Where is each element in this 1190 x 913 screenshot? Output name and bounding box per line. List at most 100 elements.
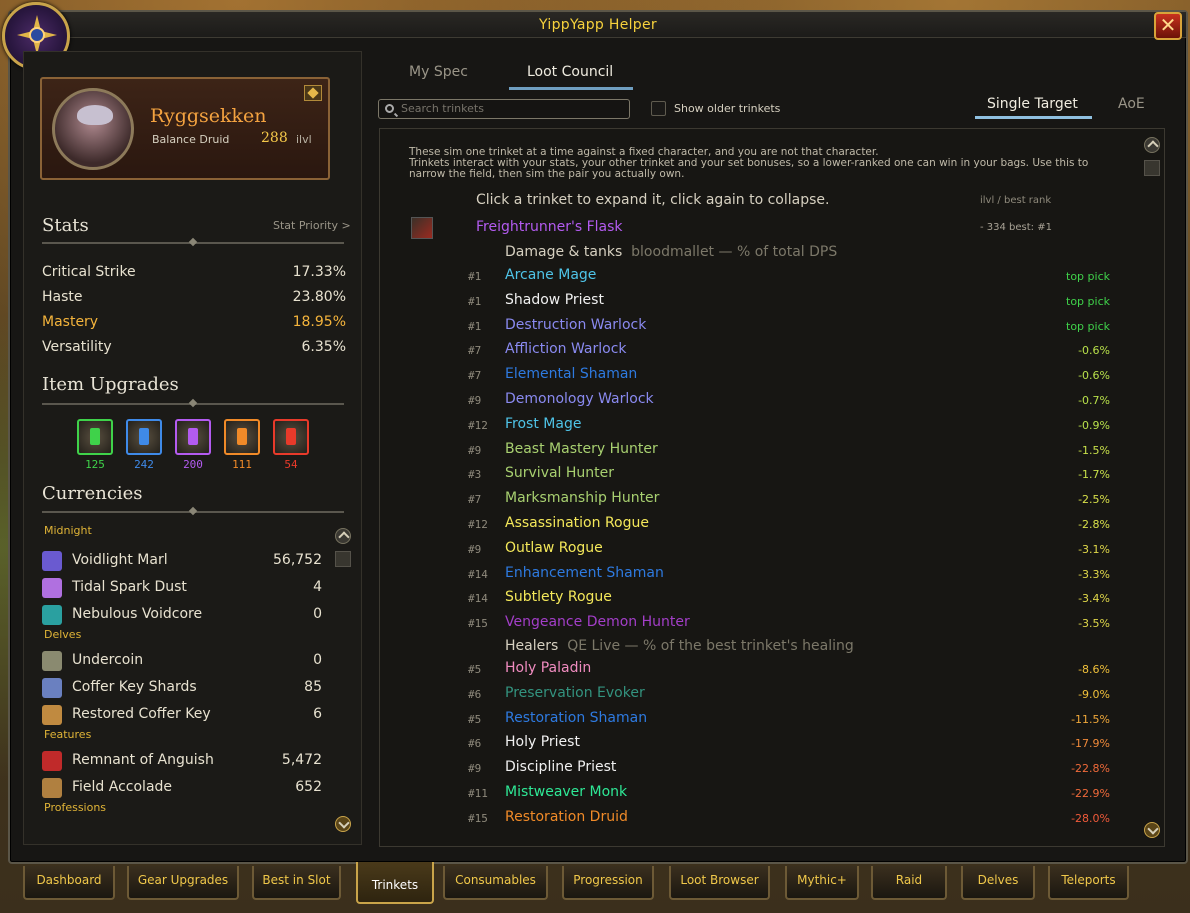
- bottom-tab-progression[interactable]: Progression: [562, 866, 654, 900]
- mode-tab-single-target[interactable]: Single Target: [987, 96, 1078, 112]
- delta-value: top pick: [1066, 270, 1110, 283]
- currency-scroll-up-button[interactable]: [335, 528, 351, 544]
- spec-name: Survival Hunter: [505, 465, 615, 482]
- spec-rank-row[interactable]: #5 Holy Paladin -8.6%: [468, 660, 1128, 680]
- rank-label: #5: [468, 663, 482, 676]
- spec-rank-row[interactable]: #5 Restoration Shaman -11.5%: [468, 710, 1128, 730]
- spec-rank-row[interactable]: #12 Assassination Rogue -2.8%: [468, 515, 1128, 535]
- spec-rank-row[interactable]: #9 Beast Mastery Hunter -1.5%: [468, 441, 1128, 461]
- trinket-name[interactable]: Freightrunner's Flask: [476, 219, 623, 235]
- spec-rank-row[interactable]: #3 Survival Hunter -1.7%: [468, 465, 1128, 485]
- group-subtitle: bloodmallet — % of total DPS: [631, 244, 838, 260]
- spec-name: Elemental Shaman: [505, 366, 638, 383]
- delta-value: -1.5%: [1078, 443, 1110, 457]
- spec-rank-row[interactable]: #1 Arcane Mage top pick: [468, 267, 1128, 287]
- bottom-tab-gear-upgrades[interactable]: Gear Upgrades: [127, 866, 239, 900]
- upgrade-crest-blue-icon[interactable]: [126, 419, 162, 455]
- rank-label: #1: [468, 294, 482, 308]
- rank-label: #15: [468, 617, 488, 631]
- delta-value: -22.9%: [1071, 787, 1110, 800]
- spec-rank-row[interactable]: #14 Subtlety Rogue -3.4%: [468, 589, 1128, 609]
- upgrade-crest-red-icon[interactable]: [273, 419, 309, 455]
- coffer-key-shards-icon: [42, 678, 62, 698]
- currency-scroll-down-button[interactable]: [335, 816, 351, 832]
- upgrade-crest-orange-icon[interactable]: [224, 419, 260, 455]
- results-scroll-thumb[interactable]: [1144, 160, 1160, 176]
- spec-name: Shadow Priest: [505, 291, 604, 308]
- bottom-tab-dashboard[interactable]: Dashboard: [23, 866, 115, 900]
- spec-rank-row[interactable]: #9 Outlaw Rogue -3.1%: [468, 540, 1128, 560]
- flask-trinket-icon[interactable]: [411, 217, 433, 239]
- delta-value: -3.1%: [1078, 542, 1110, 556]
- bottom-tab-loot-browser[interactable]: Loot Browser: [669, 866, 770, 900]
- spec-name: Subtlety Rogue: [505, 589, 612, 606]
- upgrade-crest-green-icon[interactable]: [77, 419, 113, 455]
- bottom-tab-consumables[interactable]: Consumables: [443, 866, 548, 900]
- rank-label: #14: [468, 592, 488, 606]
- character-ilvl: 288: [261, 130, 288, 146]
- currency-value: 85: [304, 679, 322, 695]
- spec-rank-row[interactable]: #1 Shadow Priest top pick: [468, 292, 1128, 312]
- bottom-tab-trinkets[interactable]: Trinkets: [356, 862, 434, 904]
- spec-rank-row[interactable]: #15 Vengeance Demon Hunter -3.5%: [468, 614, 1128, 634]
- stat-priority-link[interactable]: Stat Priority >: [273, 219, 351, 232]
- bottom-tab-delves[interactable]: Delves: [961, 866, 1035, 900]
- stat-row: Versatility 6.35%: [42, 339, 346, 355]
- delta-value: -8.6%: [1078, 663, 1110, 676]
- delta-value: -17.9%: [1071, 737, 1110, 751]
- bottom-tab-teleports[interactable]: Teleports: [1048, 866, 1129, 900]
- field-accolade-icon: [42, 778, 62, 798]
- currency-name: Field Accolade: [72, 779, 173, 795]
- spec-rank-row[interactable]: #11 Mistweaver Monk -22.9%: [468, 784, 1128, 804]
- results-scroll-down-button[interactable]: [1144, 822, 1160, 838]
- search-field[interactable]: [378, 99, 630, 119]
- rank-label: #6: [468, 687, 482, 701]
- currency-group-header: Midnight: [44, 524, 92, 537]
- currency-name: Restored Coffer Key: [72, 706, 211, 722]
- spec-rank-row[interactable]: #1 Destruction Warlock top pick: [468, 317, 1128, 337]
- card-settings-button[interactable]: [304, 85, 322, 101]
- spec-rank-row[interactable]: #12 Frost Mage -0.9%: [468, 416, 1128, 436]
- tab-my-spec[interactable]: My Spec: [409, 64, 468, 80]
- spec-rank-row[interactable]: #9 Demonology Warlock -0.7%: [468, 391, 1128, 411]
- bottom-tab-raid[interactable]: Raid: [871, 866, 947, 900]
- spec-rank-row[interactable]: #14 Enhancement Shaman -3.3%: [468, 565, 1128, 585]
- currencies-divider: [42, 511, 344, 513]
- currency-group-header: Features: [44, 728, 92, 741]
- tab-loot-council[interactable]: Loot Council: [527, 64, 613, 80]
- delta-value: -0.7%: [1078, 394, 1110, 407]
- spec-rank-row[interactable]: #6 Holy Priest -17.9%: [468, 734, 1128, 754]
- close-button[interactable]: ✕: [1154, 12, 1182, 40]
- undercoin-icon: [42, 651, 62, 671]
- spec-rank-row[interactable]: #15 Restoration Druid -28.0%: [468, 809, 1128, 829]
- currency-value: 0: [313, 606, 322, 622]
- spec-name: Arcane Mage: [505, 267, 597, 283]
- spec-rank-row[interactable]: #6 Preservation Evoker -9.0%: [468, 685, 1128, 705]
- bottom-tab-mythic[interactable]: Mythic+: [785, 866, 859, 900]
- show-older-checkbox[interactable]: [651, 101, 666, 116]
- spec-name: Destruction Warlock: [505, 316, 647, 333]
- currency-group-header: Delves: [44, 628, 82, 641]
- currency-scroll-thumb[interactable]: [335, 551, 351, 567]
- currency-name: Voidlight Marl: [72, 552, 168, 568]
- spec-rank-row[interactable]: #7 Marksmanship Hunter -2.5%: [468, 490, 1128, 510]
- mode-tab-aoe[interactable]: AoE: [1118, 96, 1145, 112]
- mode-tab-indicator: [975, 116, 1092, 119]
- active-tab-indicator: [509, 87, 633, 90]
- spec-name: Frost Mage: [505, 415, 582, 432]
- restored-coffer-key-icon: [42, 705, 62, 725]
- currencies-title: Currencies: [42, 483, 143, 504]
- currency-name: Nebulous Voidcore: [72, 606, 203, 622]
- currency-row: Tidal Spark Dust 4: [42, 577, 322, 599]
- search-input[interactable]: [401, 102, 621, 115]
- spec-rank-row[interactable]: #9 Discipline Priest -22.8%: [468, 759, 1128, 779]
- currency-row: Field Accolade 652: [42, 777, 322, 799]
- results-scroll-up-button[interactable]: [1144, 137, 1160, 153]
- stats-divider: [42, 242, 344, 244]
- upgrade-crest-purple-icon[interactable]: [175, 419, 211, 455]
- rank-label: #11: [468, 787, 488, 800]
- spec-rank-row[interactable]: #7 Affliction Warlock -0.6%: [468, 341, 1128, 361]
- spec-rank-row[interactable]: #7 Elemental Shaman -0.6%: [468, 366, 1128, 386]
- spec-name: Assassination Rogue: [505, 515, 649, 531]
- bottom-tab-best-in-slot[interactable]: Best in Slot: [252, 866, 341, 900]
